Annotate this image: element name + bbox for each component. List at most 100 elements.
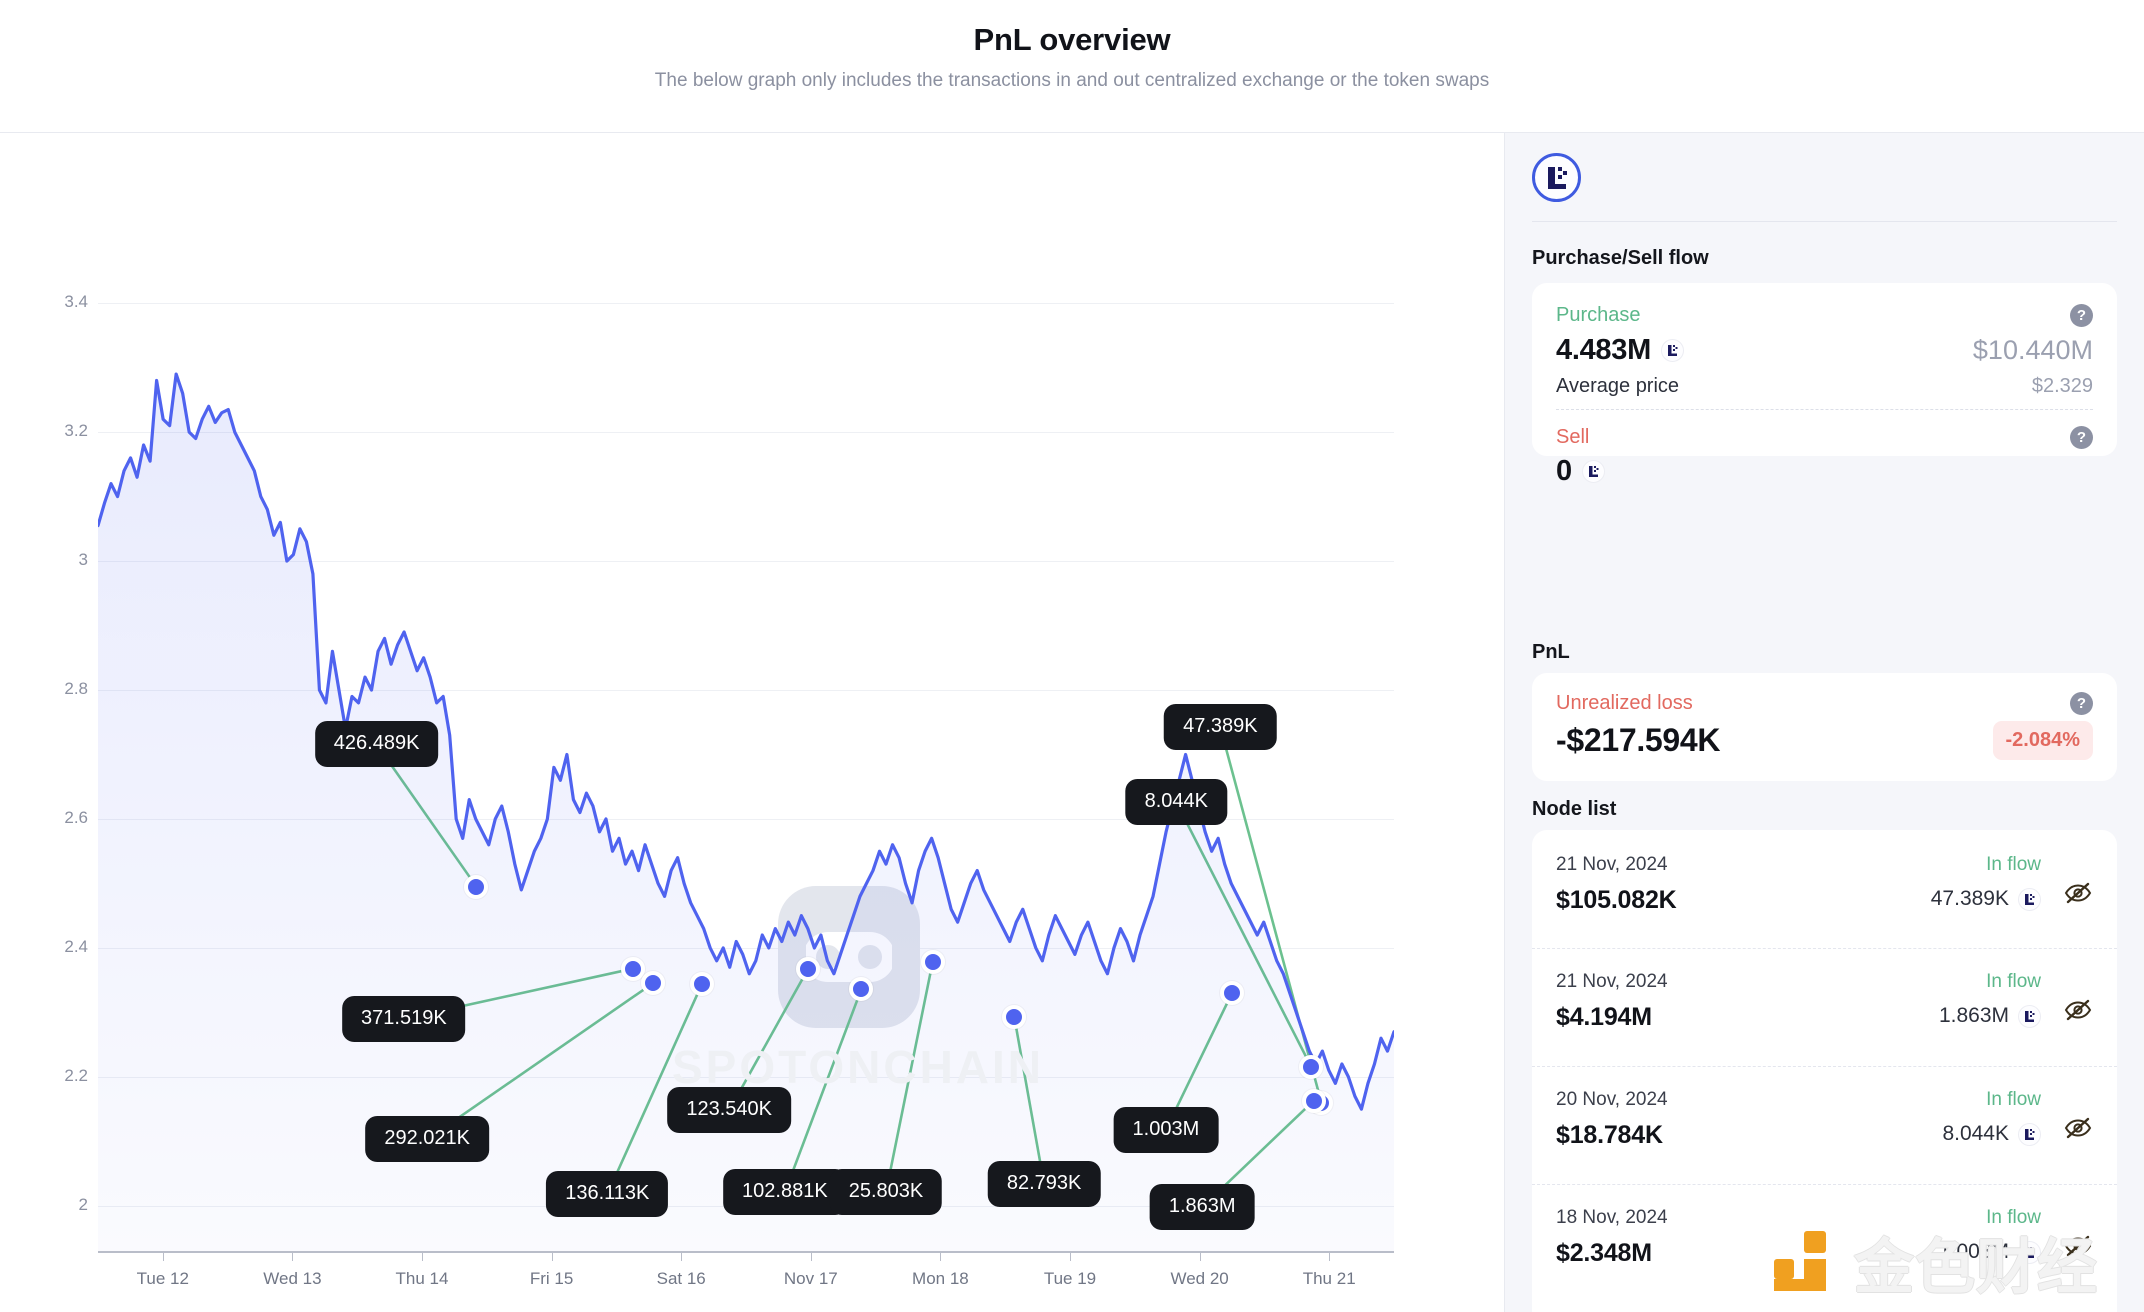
node-list-item[interactable]: 20 Nov, 2024 $18.784K In flow 8.044K: [1532, 1066, 2117, 1184]
x-axis-tick: [1070, 1251, 1071, 1261]
chart-node-callout[interactable]: 8.044K: [1125, 779, 1227, 826]
token-logo-icon: [1532, 153, 1581, 202]
section-title-pnl: PnL: [1532, 641, 1570, 663]
x-axis-tick-label: Nov 17: [783, 1269, 838, 1288]
pnl-overview-screen: PnL overview The below graph only includ…: [0, 0, 2144, 1312]
page-subtitle: The below graph only includes the transa…: [654, 70, 1490, 91]
hide-node-button[interactable]: [2063, 880, 2093, 911]
help-icon[interactable]: ?: [2070, 692, 2093, 715]
chart-node-callout[interactable]: 371.519K: [342, 995, 466, 1042]
y-axis-tick-label: 3.2: [64, 421, 88, 441]
node-token-amount: 1.003M: [1938, 1240, 2009, 1263]
x-axis-tick: [940, 1251, 942, 1261]
lido-glyph-icon: [1547, 166, 1567, 189]
pnl-card: Unrealized loss ? -$217.594K -2.084%: [1532, 673, 2117, 781]
node-date: 20 Nov, 2024: [1556, 1089, 1668, 1110]
hide-node-button[interactable]: [2063, 1115, 2093, 1146]
card-divider: [1556, 409, 2093, 410]
x-axis-tick-label: Tue 19: [1043, 1269, 1097, 1288]
node-list-item[interactable]: 18 Nov, 2024 $2.348M In flow 1.003M: [1532, 1184, 2117, 1302]
help-icon[interactable]: ?: [2070, 426, 2093, 449]
chart-node-marker[interactable]: [689, 972, 714, 997]
section-title-node-list: Node list: [1532, 798, 1617, 820]
token-logo-icon: [2018, 887, 2041, 911]
purchase-token-amount: 4.483M: [1556, 334, 1651, 366]
x-axis-tick-label: Fri 15: [529, 1269, 574, 1288]
chart-node-callout[interactable]: 1.863M: [1149, 1184, 1255, 1231]
help-icon[interactable]: ?: [2070, 304, 2093, 327]
eye-off-icon[interactable]: [2063, 1115, 2093, 1141]
x-axis-tick-label: Thu 21: [1302, 1269, 1356, 1288]
eye-off-icon[interactable]: [2063, 1233, 2093, 1259]
chart-node-callout[interactable]: 123.540K: [667, 1087, 791, 1134]
eye-off-icon[interactable]: [2063, 997, 2093, 1023]
sidebar-divider: [1532, 221, 2117, 222]
chart-node-callout[interactable]: 102.881K: [723, 1169, 847, 1216]
node-token-amount: 8.044K: [1942, 1122, 2009, 1145]
node-usd-value: $4.194M: [1556, 1003, 1652, 1031]
x-axis-tick-label: Sat 16: [656, 1269, 706, 1288]
token-logo-icon: [2018, 1004, 2041, 1028]
y-axis: 3.4 3.2 3 2.8 2.6 2.4 2.2 2: [28, 258, 88, 1251]
node-list-item[interactable]: 21 Nov, 2024 $105.082K In flow 47.389K: [1532, 830, 2117, 948]
token-logo-icon: [1660, 339, 1684, 362]
node-date: 21 Nov, 2024: [1556, 854, 1668, 875]
x-axis-tick-label: Wed 20: [1170, 1269, 1229, 1288]
y-axis-tick-label: 3.4: [64, 292, 88, 312]
page-header: PnL overview The below graph only includ…: [0, 0, 2144, 133]
token-logo-icon: [2018, 1122, 2041, 1146]
purchase-label: Purchase: [1556, 304, 1641, 326]
chart-node-marker[interactable]: [796, 956, 821, 981]
pnl-value: -$217.594K: [1556, 722, 1721, 758]
section-title-purchase-sell: Purchase/Sell flow: [1532, 247, 1709, 269]
x-axis-tick-label: Wed 13: [263, 1269, 322, 1288]
node-usd-value: $105.082K: [1556, 886, 1677, 914]
y-axis-tick-label: 2.4: [64, 936, 88, 956]
chart-node-marker[interactable]: [1301, 1088, 1326, 1113]
token-logo-icon: [1581, 460, 1605, 483]
chart-node-marker[interactable]: [1220, 981, 1244, 1006]
chart-node-callout[interactable]: 136.113K: [546, 1171, 669, 1218]
purchase-usd-value: $10.440M: [1972, 335, 2093, 365]
token-logo-icon: [2018, 1240, 2041, 1264]
node-flow-direction: In flow: [1986, 1207, 2041, 1228]
price-plot-area[interactable]: SPOTONCHAIN 426.489K 371.519K 292.021K 136.…: [98, 258, 1394, 1251]
chart-node-callout[interactable]: 1.003M: [1113, 1106, 1219, 1153]
chart-node-callout[interactable]: 426.489K: [314, 721, 439, 768]
chart-node-callout[interactable]: 82.793K: [987, 1160, 1101, 1207]
node-list: 21 Nov, 2024 $105.082K In flow 47.389K 21 No…: [1532, 830, 2117, 1302]
chart-panel: 3.4 3.2 3 2.8 2.6 2.4 2.2 2 SPOTONCHAIN …: [0, 133, 1505, 1312]
chart-node-marker[interactable]: [920, 950, 945, 975]
hide-node-button[interactable]: [2063, 1233, 2093, 1264]
node-list-item[interactable]: 21 Nov, 2024 $4.194M In flow 1.863M: [1532, 948, 2117, 1066]
average-price-value: $2.329: [2031, 375, 2093, 397]
pnl-status-label: Unrealized loss: [1556, 692, 1693, 714]
chart-node-marker[interactable]: [640, 971, 665, 996]
chart-node-marker[interactable]: [464, 874, 489, 899]
node-list-card[interactable]: 21 Nov, 2024 $105.082K In flow 47.389K 21 No…: [1532, 830, 2117, 1312]
y-axis-tick-label: 3: [78, 550, 88, 570]
chart-node-callout[interactable]: 47.389K: [1164, 704, 1277, 751]
node-flow-direction: In flow: [1986, 1089, 2041, 1110]
chart-node-callout[interactable]: 292.021K: [365, 1116, 489, 1163]
node-usd-value: $2.348M: [1556, 1239, 1652, 1267]
sell-token-amount: 0: [1556, 455, 1572, 487]
page-title: PnL overview: [973, 22, 1171, 57]
details-sidebar: Purchase/Sell flow Purchase ? 4.483M $10…: [1505, 133, 2144, 1312]
hide-node-button[interactable]: [2063, 997, 2093, 1028]
x-axis-tick: [810, 1251, 812, 1261]
node-usd-value: $18.784K: [1556, 1121, 1663, 1149]
x-axis-tick: [162, 1251, 164, 1261]
x-axis-tick: [292, 1251, 294, 1261]
node-flow-direction: In flow: [1986, 971, 2041, 992]
node-token-amount: 47.389K: [1930, 887, 2009, 910]
chart-node-marker[interactable]: [1299, 1054, 1324, 1079]
x-axis-tick-label: Tue 12: [136, 1269, 189, 1288]
x-axis-tick: [422, 1251, 423, 1261]
x-axis-tick: [551, 1251, 553, 1261]
purchase-sell-card: Purchase ? 4.483M $10.440M Average price…: [1532, 283, 2117, 487]
y-axis-tick-label: 2.8: [64, 679, 88, 699]
eye-off-icon[interactable]: [2063, 880, 2093, 906]
sell-label: Sell: [1556, 426, 1590, 448]
chart-node-callout[interactable]: 25.803K: [829, 1169, 943, 1216]
